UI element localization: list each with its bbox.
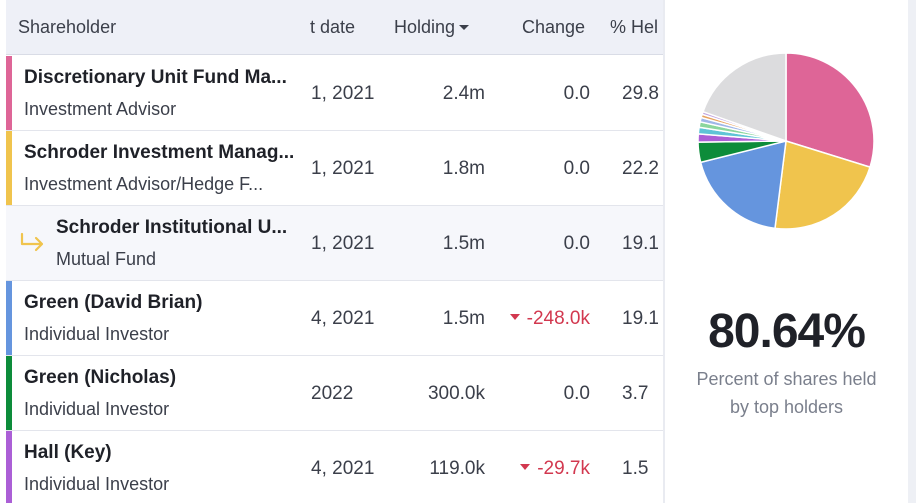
column-header-percent-held[interactable]: % Hel — [610, 17, 658, 38]
holder-change: 0.0 — [564, 158, 590, 180]
column-header-date[interactable]: t date — [310, 17, 355, 38]
table-row[interactable]: Green (Nicholas) Individual Investor 2022 3… — [6, 356, 663, 431]
holder-color-bar — [6, 356, 12, 430]
holder-name[interactable]: Schroder Investment Manag... — [24, 142, 294, 164]
decrease-icon — [520, 464, 531, 471]
holder-date: 4, 2021 — [311, 308, 375, 329]
subsidiary-arrow-icon — [20, 232, 44, 252]
change-value: -29.7k — [537, 458, 590, 479]
holder-change: 0.0 — [564, 233, 590, 255]
table-left-edge — [0, 0, 6, 503]
holder-date: 1, 2021 — [311, 83, 375, 104]
holder-change: 0.0 — [564, 83, 590, 105]
column-header-change[interactable]: Change — [522, 17, 585, 38]
table-row[interactable]: Discretionary Unit Fund Ma... Investment … — [6, 56, 663, 131]
table-row[interactable]: Hall (Key) Individual Investor 4, 2021 119.… — [6, 431, 663, 503]
holder-name[interactable]: Discretionary Unit Fund Ma... — [24, 67, 287, 89]
holder-date: 4, 2021 — [311, 458, 375, 479]
change-value: 0.0 — [563, 383, 590, 404]
holder-type: Investment Advisor — [24, 99, 177, 119]
holder-percent-held: 1.5 — [622, 458, 649, 479]
table-row[interactable]: Green (David Brian) Individual Investor 4,… — [6, 281, 663, 356]
holder-name[interactable]: Green (Nicholas) — [24, 367, 176, 389]
change-value: 0.0 — [563, 158, 590, 179]
top-holders-caption: Percent of shares held by top holders — [696, 369, 877, 417]
holder-type: Investment Advisor/Hedge F... — [24, 174, 264, 194]
holder-type: Individual Investor — [24, 474, 170, 494]
holder-percent-held: 19.1 — [622, 308, 659, 329]
holder-change: -29.7k — [520, 458, 590, 480]
sort-desc-icon — [459, 24, 470, 30]
holder-holding: 119.0k — [429, 458, 485, 479]
holder-percent-held: 22.2 — [622, 158, 659, 179]
holder-name[interactable]: Green (David Brian) — [24, 292, 202, 314]
holder-date: 1, 2021 — [311, 233, 375, 254]
column-header-holding[interactable]: Holding — [394, 17, 470, 38]
change-value: 0.0 — [563, 233, 590, 254]
table-header: Shareholder t date Holding Change % Hel — [6, 0, 663, 55]
decrease-icon — [509, 314, 520, 321]
holder-type: Individual Investor — [24, 324, 170, 344]
holder-color-bar — [6, 431, 12, 503]
ownership-summary-panel: 80.64% Percent of shares held by top hol… — [665, 0, 908, 503]
holder-holding: 1.5m — [442, 233, 485, 254]
holder-percent-held: 29.8 — [622, 83, 659, 104]
holder-type: Mutual Fund — [56, 249, 157, 269]
holder-holding: 2.4m — [442, 83, 485, 104]
holder-date: 1, 2021 — [311, 158, 375, 179]
holder-holding: 300.0k — [427, 383, 485, 404]
holding-header-label: Holding — [394, 17, 456, 37]
holder-change: -248.0k — [509, 308, 590, 330]
ownership-pie-chart — [697, 52, 875, 230]
top-holders-percent: 80.64% — [708, 305, 866, 358]
holder-holding: 1.8m — [442, 158, 485, 179]
shareholders-table: Shareholder t date Holding Change % Hel … — [0, 0, 663, 503]
holder-color-bar — [6, 56, 12, 130]
holder-color-bar — [6, 131, 12, 205]
holder-color-bar — [6, 281, 12, 355]
table-row[interactable]: Schroder Investment Manag... Investment A… — [6, 131, 663, 206]
change-value: 0.0 — [563, 83, 590, 104]
holder-date: 2022 — [311, 383, 354, 404]
holder-percent-held: 3.7 — [622, 383, 649, 404]
holder-change: 0.0 — [564, 383, 590, 405]
holder-holding: 1.5m — [442, 308, 485, 329]
holder-name[interactable]: Schroder Institutional U... — [56, 217, 287, 239]
table-row[interactable]: Schroder Institutional U... Mutual Fund 1,… — [6, 206, 663, 281]
change-value: -248.0k — [526, 308, 590, 329]
holder-type: Individual Investor — [24, 399, 170, 419]
column-header-shareholder[interactable]: Shareholder — [18, 17, 116, 38]
holder-name[interactable]: Hall (Key) — [24, 442, 112, 464]
holder-percent-held: 19.1 — [622, 233, 659, 254]
scrollbar-track[interactable] — [908, 0, 916, 503]
